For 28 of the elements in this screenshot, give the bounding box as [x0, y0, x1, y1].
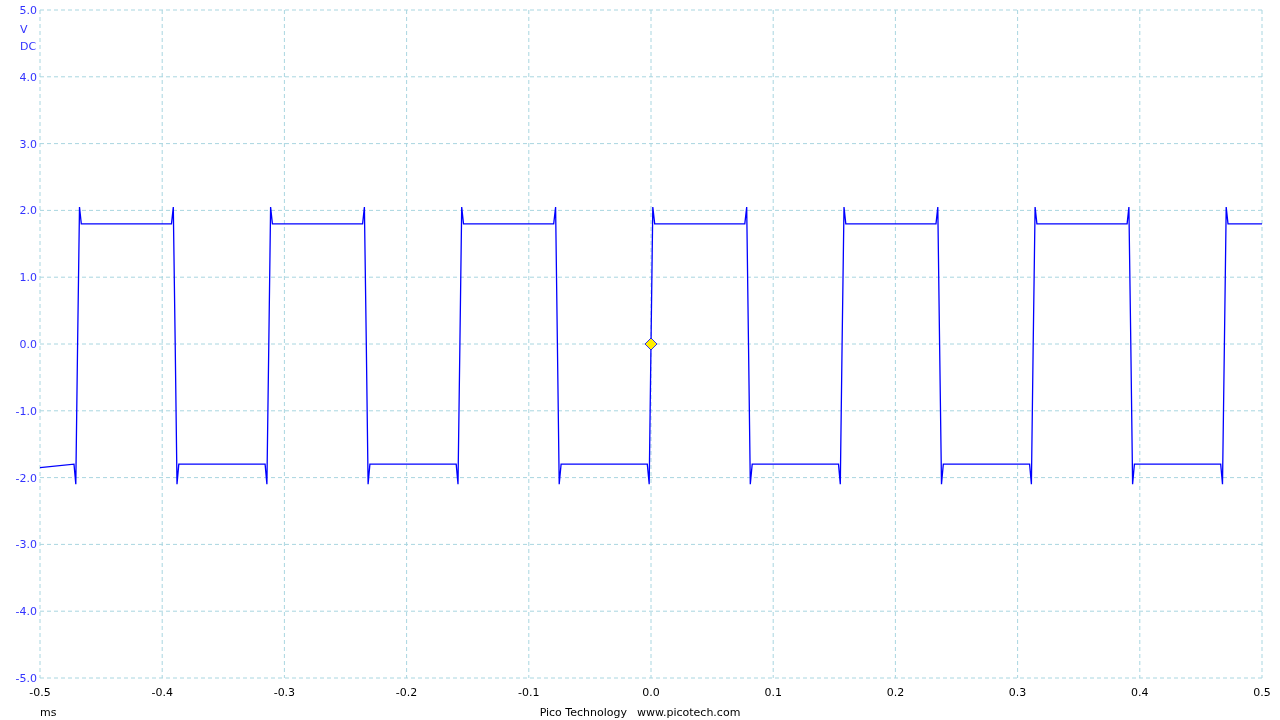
- x-axis-label: 0.2: [886, 686, 905, 699]
- y-axis-label: -2.0: [15, 471, 37, 485]
- x-axis-label: -0.4: [151, 686, 173, 699]
- y-axis-label: 5.0: [19, 4, 37, 17]
- y-axis-label: 0.0: [19, 338, 37, 351]
- y-unit-label: V: [20, 23, 28, 36]
- y-axis-label: 3.0: [19, 137, 37, 151]
- x-axis-label: 0.5: [1253, 686, 1271, 699]
- y-axis-label: -1.0: [15, 404, 37, 418]
- y-axis-label: 4.0: [19, 70, 37, 84]
- y-axis-label: 1.0: [19, 271, 37, 285]
- x-axis-label: -0.5: [29, 686, 51, 699]
- x-axis-label: -0.1: [518, 686, 540, 699]
- x-axis-label: 0.1: [764, 686, 782, 699]
- y-axis-label: -3.0: [15, 538, 37, 552]
- x-axis-label: 0.3: [1008, 686, 1027, 699]
- x-axis-label: -0.3: [273, 686, 296, 699]
- coupling-label: DC: [20, 40, 37, 53]
- trigger-marker[interactable]: [644, 337, 658, 351]
- x-unit-label: ms: [40, 706, 57, 719]
- y-axis-label: -4.0: [15, 605, 37, 619]
- y-axis-label: -5.0: [15, 672, 37, 685]
- company-name: Pico Technology: [539, 706, 627, 719]
- website-link[interactable]: www.picotech.com: [636, 706, 741, 719]
- x-axis-label: 0.0: [642, 686, 660, 699]
- y-axis-label: 2.0: [19, 204, 37, 218]
- x-axis-label: 0.4: [1131, 686, 1149, 699]
- x-axis-label: -0.2: [395, 686, 418, 699]
